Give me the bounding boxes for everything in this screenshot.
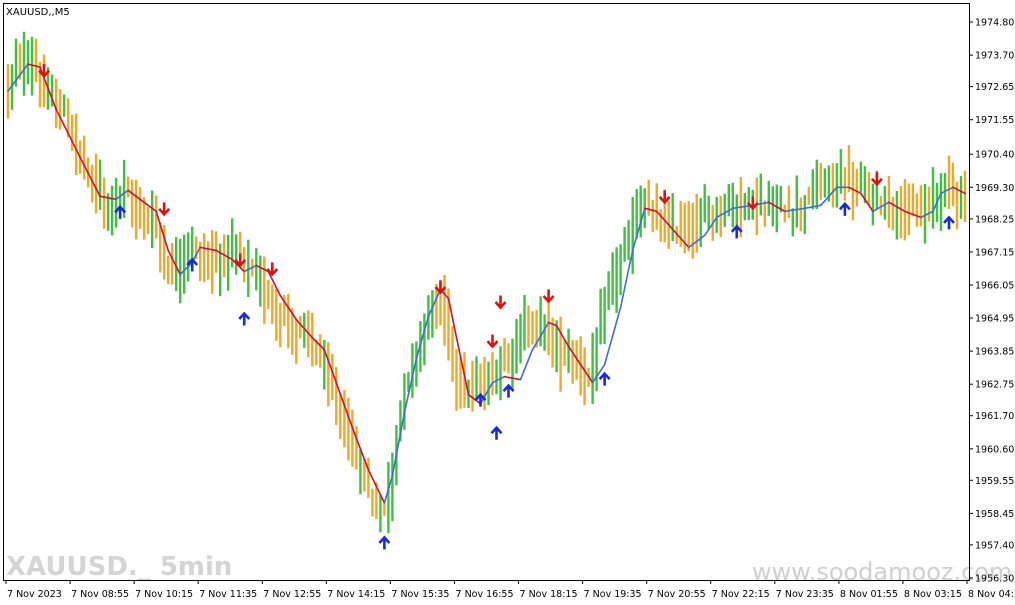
y-tick-label: 1960.60 <box>975 444 1014 455</box>
y-tick-label: 1971.55 <box>975 115 1014 126</box>
y-tick-label: 1964.95 <box>975 314 1014 325</box>
x-tick-label: 7 Nov 15:35 <box>391 589 449 600</box>
x-tick-label: 7 Nov 18:15 <box>520 589 578 600</box>
y-tick-label: 1962.75 <box>975 380 1014 391</box>
y-tick-label: 1973.70 <box>975 51 1014 62</box>
x-tick-label: 7 Nov 11:35 <box>199 589 257 600</box>
x-tick-label: 8 Nov 03:15 <box>904 589 962 600</box>
x-tick-label: 7 Nov 22:15 <box>712 589 770 600</box>
y-tick-label: 1969.30 <box>975 183 1014 194</box>
y-tick-label: 1957.40 <box>975 540 1014 551</box>
y-tick-label: 1956.30 <box>975 574 1014 585</box>
x-tick-label: 8 Nov 04:35 <box>968 589 1015 600</box>
x-tick-label: 7 Nov 23:35 <box>776 589 834 600</box>
x-tick-label: 7 Nov 12:55 <box>263 589 321 600</box>
x-tick-label: 7 Nov 16:55 <box>456 589 514 600</box>
watermark-right: www.soodamooz.com <box>752 558 1012 586</box>
y-tick-label: 1970.40 <box>975 150 1014 161</box>
y-tick-label: 1966.05 <box>975 281 1014 292</box>
chart-background <box>0 0 1015 605</box>
y-tick-label: 1968.25 <box>975 214 1014 225</box>
watermark-left: XAUUSD._ 5min <box>6 552 232 582</box>
y-tick-label: 1967.15 <box>975 247 1014 258</box>
y-tick-label: 1963.85 <box>975 347 1014 358</box>
y-tick-label: 1958.45 <box>975 509 1014 520</box>
x-tick-label: 7 Nov 10:15 <box>135 589 193 600</box>
x-tick-label: 7 Nov 19:35 <box>584 589 642 600</box>
x-tick-label: 7 Nov 2023 <box>7 589 62 600</box>
x-tick-label: 8 Nov 01:55 <box>840 589 898 600</box>
y-tick-label: 1974.80 <box>975 18 1014 29</box>
y-tick-label: 1972.65 <box>975 82 1014 93</box>
price-chart[interactable]: XAUUSD._ 5min www.soodamooz.com XAUUSD,,… <box>0 0 1015 605</box>
y-tick-label: 1961.70 <box>975 411 1014 422</box>
x-tick-label: 7 Nov 08:55 <box>71 589 129 600</box>
y-tick-label: 1959.55 <box>975 476 1014 487</box>
chart-title: XAUUSD,,M5 <box>6 7 70 18</box>
x-tick-label: 7 Nov 20:55 <box>648 589 706 600</box>
x-tick-label: 7 Nov 14:15 <box>327 589 385 600</box>
